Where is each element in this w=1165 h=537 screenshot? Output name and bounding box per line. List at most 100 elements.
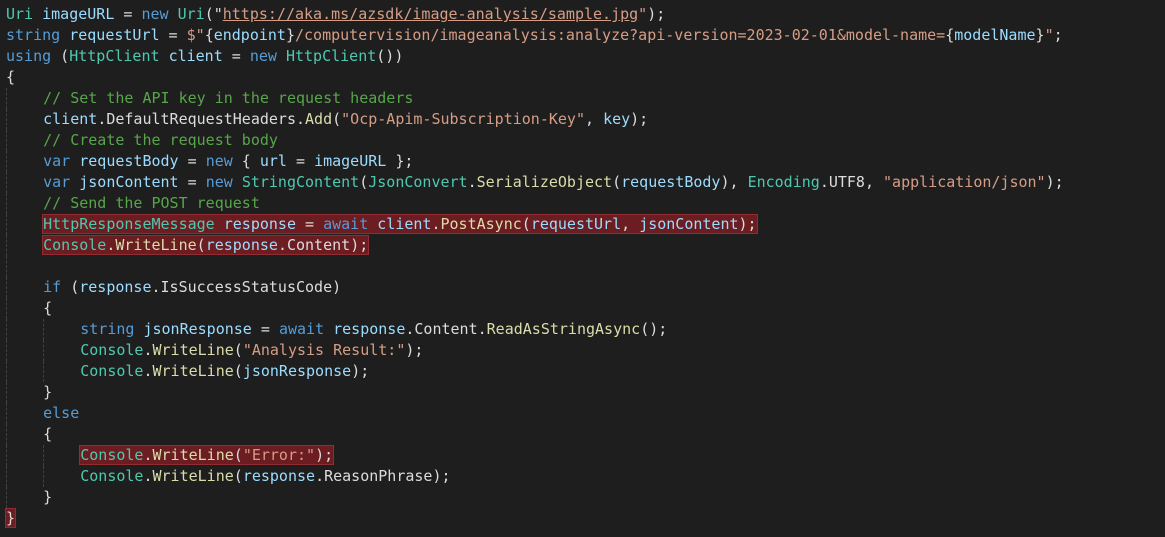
- code-line[interactable]: }: [4, 508, 1064, 529]
- code-token: }: [43, 488, 53, 506]
- code-token: );: [738, 215, 757, 233]
- code-token: client: [43, 110, 98, 128]
- code-token: .: [315, 467, 325, 485]
- code-line-content: // Send the POST request: [43, 194, 260, 212]
- code-token: .: [819, 173, 829, 191]
- code-line[interactable]: var requestBody = new { url = imageURL }…: [6, 151, 1064, 172]
- code-line-content: var jsonContent = new StringContent(Json…: [43, 173, 1064, 191]
- code-token: DefaultRequestHeaders: [106, 110, 296, 128]
- code-line-content: Console.WriteLine("Analysis Result:");: [80, 341, 423, 359]
- code-token: (: [612, 173, 622, 191]
- code-token: ()): [376, 47, 404, 65]
- code-token: (: [61, 278, 80, 296]
- code-token: {: [945, 26, 955, 44]
- code-token: string: [6, 26, 61, 44]
- code-line-content: var requestBody = new { url = imageURL }…: [43, 152, 413, 170]
- code-token: {: [43, 425, 53, 443]
- code-line[interactable]: // Send the POST request: [6, 193, 1064, 214]
- code-line-content: {: [6, 68, 15, 86]
- code-token: var: [43, 152, 71, 170]
- code-token: }: [43, 383, 53, 401]
- code-line[interactable]: HttpResponseMessage response = await cli…: [6, 214, 1064, 235]
- code-token: (: [233, 341, 243, 359]
- code-line-content: }: [43, 383, 52, 401]
- code-editor[interactable]: Uri imageURL = new Uri("https://aka.ms/a…: [0, 0, 1165, 537]
- code-token: new: [205, 173, 233, 191]
- code-line[interactable]: Console.WriteLine(jsonResponse);: [6, 361, 1064, 382]
- code-line[interactable]: using (HttpClient client = new HttpClien…: [6, 46, 1064, 67]
- code-token: imageURL: [42, 5, 115, 23]
- code-line-content: // Set the API key in the request header…: [43, 89, 413, 107]
- code-token: else: [43, 404, 80, 422]
- code-line[interactable]: if (response.IsSuccessStatusCode): [6, 277, 1064, 298]
- code-token: ),: [720, 173, 748, 191]
- code-token: Console: [80, 446, 144, 464]
- code-line[interactable]: string jsonResponse = await response.Con…: [6, 319, 1064, 340]
- code-line-content: Console.WriteLine(response.ReasonPhrase)…: [80, 467, 450, 485]
- code-line[interactable]: [6, 256, 1064, 277]
- code-line[interactable]: client.DefaultRequestHeaders.Add("Ocp-Ap…: [6, 109, 1064, 130]
- code-token: WriteLine: [152, 446, 234, 464]
- code-line-content: using (HttpClient client = new HttpClien…: [6, 47, 403, 65]
- code-line[interactable]: }: [6, 487, 1064, 508]
- code-token: await: [323, 215, 369, 233]
- code-line[interactable]: Console.WriteLine(response.Content);: [6, 235, 1064, 256]
- code-line[interactable]: string requestUrl = $"{endpoint}/compute…: [6, 25, 1064, 46]
- code-line[interactable]: Console.WriteLine("Analysis Result:");: [6, 340, 1064, 361]
- code-token: client: [168, 47, 223, 65]
- code-line[interactable]: Uri imageURL = new Uri("https://aka.ms/a…: [6, 4, 1064, 25]
- code-line[interactable]: {: [6, 424, 1064, 445]
- code-token: new: [141, 5, 169, 23]
- code-line[interactable]: var jsonContent = new StringContent(Json…: [6, 172, 1064, 193]
- code-line[interactable]: Console.WriteLine(response.ReasonPhrase)…: [6, 466, 1064, 487]
- code-token: requestUrl: [530, 215, 622, 233]
- code-token: =: [286, 152, 315, 170]
- code-line[interactable]: {: [6, 298, 1064, 319]
- code-line-content: Console.WriteLine(response.Content);: [42, 235, 370, 255]
- code-line-content: {: [43, 425, 52, 443]
- code-token: response: [223, 215, 296, 233]
- code-line[interactable]: Console.WriteLine("Error:");: [6, 445, 1064, 466]
- code-token: Console: [80, 341, 144, 359]
- code-area[interactable]: Uri imageURL = new Uri("https://aka.ms/a…: [4, 4, 1064, 529]
- code-token: await: [278, 320, 325, 338]
- code-token: new: [249, 47, 277, 65]
- code-token: // Send the POST request: [43, 194, 260, 212]
- code-line[interactable]: {: [6, 67, 1064, 88]
- code-token: (: [359, 173, 369, 191]
- code-token: Content: [286, 236, 351, 254]
- code-token: );: [1045, 173, 1064, 191]
- code-token: response: [333, 320, 406, 338]
- code-line[interactable]: }: [6, 382, 1064, 403]
- code-token: Add: [305, 110, 333, 128]
- code-token: (": [204, 5, 223, 23]
- code-line[interactable]: else: [6, 403, 1064, 424]
- code-token: );: [315, 446, 334, 464]
- code-token: Uri: [6, 5, 34, 23]
- code-line[interactable]: // Set the API key in the request header…: [6, 88, 1064, 109]
- code-line[interactable]: // Create the request body: [6, 130, 1064, 151]
- code-token: (: [332, 110, 342, 128]
- code-token: Console: [80, 467, 144, 485]
- code-token: url: [259, 152, 287, 170]
- code-token: "application/json": [883, 173, 1046, 191]
- code-token: (: [51, 47, 70, 65]
- code-line-content: string jsonResponse = await response.Con…: [80, 320, 667, 338]
- code-token: ,: [621, 215, 640, 233]
- code-token: Uri: [177, 5, 205, 23]
- code-token: (: [233, 467, 243, 485]
- code-token: (: [233, 362, 243, 380]
- code-token: "Ocp-Apim-Subscription-Key": [341, 110, 585, 128]
- code-token: =: [222, 47, 250, 65]
- code-token: IsSuccessStatusCode: [160, 278, 333, 296]
